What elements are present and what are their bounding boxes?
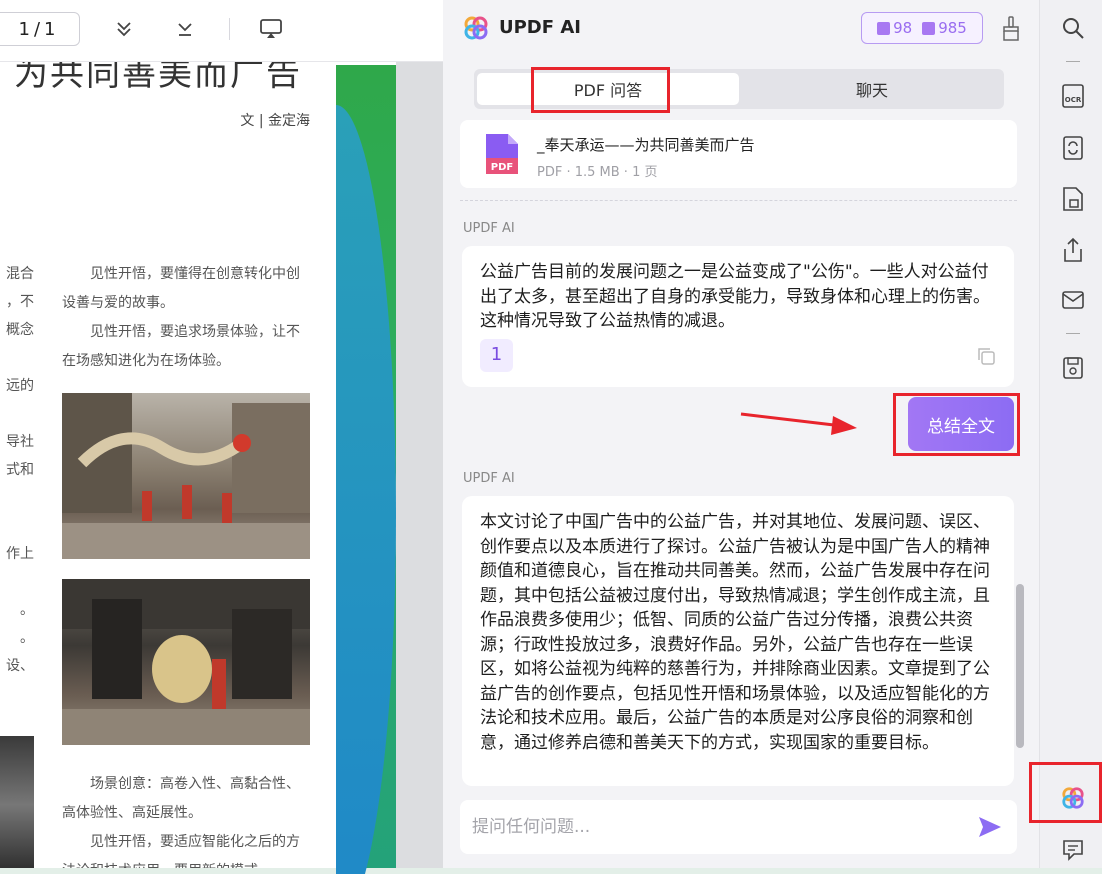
chat-quota-icon (922, 21, 936, 35)
tab-chat[interactable]: 聊天 (744, 73, 1000, 105)
highlight-box-tab (531, 67, 670, 113)
page-total: 1 (44, 18, 56, 40)
presentation-icon[interactable] (258, 16, 284, 42)
document-title: 为共同善美而广告 (14, 62, 302, 94)
left-column-text: 混合 ，不 概念 远的 导社 式和 作上 。 。 设、 (6, 266, 34, 674)
sidebar-divider (1066, 61, 1080, 62)
lion-dance-photo (62, 579, 310, 745)
partial-photo (0, 736, 34, 874)
document-quota-icon (877, 21, 891, 35)
updf-ai-logo-icon (463, 15, 489, 45)
right-column-text-top: 见性开悟，要懂得在创意转化中创设善与爱的故事。 见性开悟，要追求场景体验，让不在… (62, 266, 300, 369)
ai-answer-1: 公益广告目前的发展问题之一是公益变成了"公伤"。一些人对公益付出了太多，甚至超出… (462, 246, 1014, 387)
email-icon[interactable] (1061, 288, 1085, 312)
page-current: 1 (18, 18, 30, 40)
ai-answer-2: 本文讨论了中国广告中的公益广告，并对其地位、发展问题、误区、创作要点以及本质进行… (462, 496, 1014, 786)
share-icon[interactable] (1061, 237, 1085, 262)
quota-badge[interactable]: 98 985 (861, 12, 983, 44)
pdf-viewer[interactable]: 为共同善美而广告 文 | 金定海 混合 ，不 概念 远的 导社 式和 作上 。 … (0, 62, 443, 874)
scroll-to-end-icon[interactable] (172, 16, 198, 42)
chat-scrollbar[interactable] (1016, 584, 1024, 748)
annotation-arrow (739, 408, 859, 442)
comment-icon[interactable] (1061, 838, 1085, 862)
copy-icon[interactable] (976, 346, 996, 374)
highlight-box-ai-icon (1029, 762, 1102, 823)
pdf-file-icon: PDF (484, 132, 520, 180)
page-number-input[interactable]: 1 / 1 (0, 12, 80, 46)
app-window: 1 / 1 为共同善美而广告 文 | 金定海 混合 ，不 概念 远的 导社 式和… (0, 0, 1102, 874)
document-author: 文 | 金定海 (240, 113, 310, 129)
document-quota: 98 (893, 19, 913, 37)
answer-text: 公益广告目前的发展问题之一是公益变成了"公伤"。一些人对公益付出了太多，甚至超出… (480, 262, 990, 331)
search-icon[interactable] (1061, 16, 1085, 40)
sidebar-divider (1066, 333, 1080, 334)
ocr-icon[interactable]: OCR (1061, 84, 1085, 108)
file-meta: PDF · 1.5 MB · 1 页 (537, 165, 658, 180)
pdf-toolbar: 1 / 1 (0, 0, 443, 62)
protect-icon[interactable] (1061, 187, 1085, 211)
svg-text:OCR: OCR (1065, 96, 1082, 104)
decorative-band (336, 65, 396, 874)
right-sidebar: OCR (1039, 0, 1102, 874)
svg-text:PDF: PDF (491, 162, 513, 173)
answer-text: 本文讨论了中国广告中的公益广告，并对其地位、发展问题、误区、创作要点以及本质进行… (480, 512, 990, 753)
send-icon[interactable] (978, 816, 1002, 842)
convert-icon[interactable] (1061, 136, 1085, 160)
clear-history-icon[interactable] (1001, 16, 1021, 46)
reference-tag[interactable]: 1 (480, 339, 513, 372)
dragon-dance-photo (62, 393, 310, 559)
right-column-text-bottom: 场景创意：高卷入性、高黏合性、高体验性、高延展性。 见性开悟，要适应智能化之后的… (62, 776, 300, 874)
bottom-strip (0, 868, 1102, 874)
chat-quota: 985 (938, 19, 967, 37)
chevrons-down-icon[interactable] (111, 16, 137, 42)
file-name: _奉天承运——为共同善美而广告 (537, 136, 755, 154)
toolbar-divider (229, 18, 230, 40)
file-card[interactable]: PDF _奉天承运——为共同善美而广告 PDF · 1.5 MB · 1 页 (460, 120, 1017, 188)
message-sender: UPDF AI (463, 221, 515, 236)
ai-title: UPDF AI (499, 17, 581, 38)
highlight-box-summarize (893, 393, 1020, 456)
question-input-box (460, 800, 1017, 854)
pdf-page: 为共同善美而广告 文 | 金定海 混合 ，不 概念 远的 导社 式和 作上 。 … (0, 62, 396, 874)
ai-header: UPDF AI 98 985 (443, 0, 1039, 58)
save-icon[interactable] (1061, 356, 1085, 380)
question-input[interactable] (472, 810, 962, 844)
divider (460, 200, 1017, 201)
message-sender: UPDF AI (463, 471, 515, 486)
page-separator: / (33, 18, 41, 40)
